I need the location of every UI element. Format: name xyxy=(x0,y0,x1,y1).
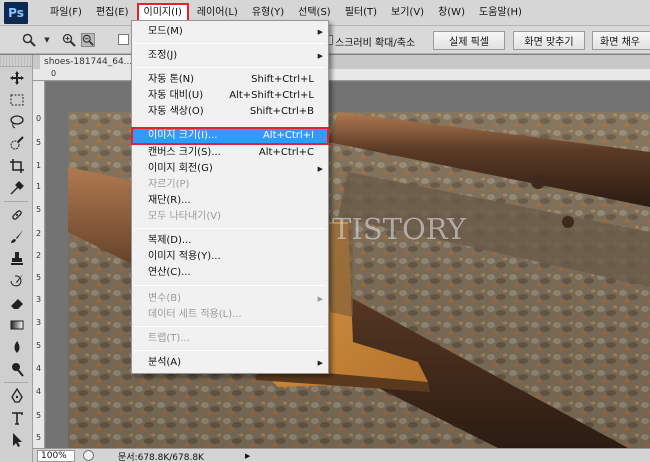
menu-item-image-rotation[interactable]: 이미지 회전(G) ▶ xyxy=(132,161,328,177)
menu-separator xyxy=(134,123,326,124)
zoom-tool-icon[interactable] xyxy=(22,33,36,47)
menu-item-variables: 변수(B) ▶ xyxy=(132,291,328,307)
quick-selection-tool-icon[interactable] xyxy=(0,133,33,155)
gradient-tool-icon[interactable] xyxy=(0,314,33,336)
eyedropper-tool-icon[interactable] xyxy=(0,177,33,199)
menu-separator xyxy=(134,326,326,327)
menu-item-auto-contrast[interactable]: 자동 대비(U) Alt+Shift+Ctrl+L xyxy=(132,88,328,104)
resize-windows-checkbox[interactable] xyxy=(118,34,129,45)
pen-tool-icon[interactable] xyxy=(0,385,33,407)
menu-help[interactable]: 도움말(H) xyxy=(473,3,528,23)
document-tab-bar: shoes-181744_64... xyxy=(33,55,650,69)
menu-item-analysis[interactable]: 분석(A) ▶ xyxy=(132,355,328,371)
eraser-tool-icon[interactable] xyxy=(0,292,33,314)
menu-item-auto-tone[interactable]: 자동 톤(N) Shift+Ctrl+L xyxy=(132,72,328,88)
menu-item-apply-image[interactable]: 이미지 적용(Y)... xyxy=(132,249,328,265)
document-size-info: 문서:678.8K/678.8K xyxy=(118,453,204,462)
menu-item-image-size[interactable]: 이미지 크기(I)... Alt+Ctrl+I xyxy=(131,127,329,145)
marquee-tool-icon[interactable] xyxy=(0,89,33,111)
ruler-left-label: 5 xyxy=(36,138,42,147)
ruler-left-label: 5 xyxy=(36,273,42,282)
document-tab[interactable]: shoes-181744_64... xyxy=(40,55,140,69)
ruler-left-label: 3 xyxy=(36,318,42,327)
menu-separator xyxy=(134,67,326,68)
submenu-arrow-icon: ▶ xyxy=(317,28,323,36)
zoom-level-field[interactable]: 100% xyxy=(37,450,75,462)
ruler-left-label: 1 xyxy=(36,161,42,170)
status-popup-arrow-icon[interactable]: ▶ xyxy=(245,452,250,460)
fit-screen-button[interactable]: 화면 맞추기 xyxy=(513,31,585,50)
menu-filter[interactable]: 필터(T) xyxy=(339,3,383,23)
menu-file[interactable]: 파일(F) xyxy=(44,3,88,23)
menu-item-adjustments[interactable]: 조정(J) ▶ xyxy=(132,48,328,64)
actual-pixels-button[interactable]: 실제 픽셀 xyxy=(433,31,505,50)
ruler-left-label: 4 xyxy=(36,364,42,373)
ruler-left-label: 0 xyxy=(36,114,42,123)
submenu-arrow-icon: ▶ xyxy=(317,359,323,367)
menu-item-duplicate[interactable]: 복제(D)... xyxy=(132,233,328,249)
ruler-left-label: 3 xyxy=(36,295,42,304)
toolbox-divider xyxy=(4,201,28,202)
ruler-left-label: 5 xyxy=(36,433,42,442)
menu-item-apply-data-set: 데이터 세트 적용(L)... xyxy=(148,309,242,320)
ruler-left-label: 5 xyxy=(36,411,42,420)
clone-stamp-tool-icon[interactable] xyxy=(0,248,33,270)
ruler-left-label: 5 xyxy=(36,341,42,350)
menu-separator xyxy=(134,350,326,351)
menu-item-reveal-all: 모두 나타내기(V) xyxy=(148,211,222,222)
type-tool-icon[interactable] xyxy=(0,407,33,429)
menu-item-canvas-size[interactable]: 캔버스 크기(S)... Alt+Ctrl+C xyxy=(132,145,328,161)
menu-item-crop: 자르기(P) xyxy=(148,179,190,190)
menu-window[interactable]: 창(W) xyxy=(432,3,471,23)
submenu-arrow-icon: ▶ xyxy=(317,52,323,60)
submenu-arrow-icon: ▶ xyxy=(317,295,323,303)
lasso-tool-icon[interactable] xyxy=(0,111,33,133)
toolbox xyxy=(0,55,33,462)
tool-preset-chevron-icon[interactable]: ▼ xyxy=(40,33,54,47)
crop-tool-icon[interactable] xyxy=(0,155,33,177)
toolbox-divider xyxy=(4,382,28,383)
toolbox-grip[interactable] xyxy=(0,55,32,67)
brush-tool-icon[interactable] xyxy=(0,226,33,248)
image-menu-dropdown: 모드(M) ▶ 조정(J) ▶ 자동 톤(N) Shift+Ctrl+L 자동 대비(… xyxy=(131,20,329,374)
ruler-left-label: 2 xyxy=(36,251,42,260)
scrubby-zoom-label: 스크러비 확대/축소 xyxy=(335,38,416,49)
menu-view[interactable]: 보기(V) xyxy=(385,3,430,23)
menu-item-trim[interactable]: 재단(R)... xyxy=(132,193,328,209)
ruler-left-label: 4 xyxy=(36,387,42,396)
dodge-tool-icon[interactable] xyxy=(0,358,33,380)
menu-separator xyxy=(134,43,326,44)
history-brush-tool-icon[interactable] xyxy=(0,270,33,292)
ruler-horizontal: 0 xyxy=(33,69,650,81)
ruler-vertical: 0 5 1 1 5 2 2 5 3 3 5 4 4 5 5 xyxy=(33,81,45,448)
healing-brush-tool-icon[interactable] xyxy=(0,204,33,226)
ruler-left-label: 1 xyxy=(36,182,42,191)
ruler-left-label: 5 xyxy=(36,205,42,214)
zoom-out-icon[interactable] xyxy=(81,33,95,47)
submenu-arrow-icon: ▶ xyxy=(317,165,323,173)
fill-screen-button[interactable]: 화면 채우 xyxy=(592,31,650,50)
menu-item-trap: 트랩(T)... xyxy=(148,333,190,344)
blur-tool-icon[interactable] xyxy=(0,336,33,358)
menu-item-auto-color[interactable]: 자동 색상(O) Shift+Ctrl+B xyxy=(132,104,328,120)
menu-item-calculations[interactable]: 연산(C)... xyxy=(132,265,328,281)
menu-separator xyxy=(134,228,326,229)
ruler-top-label: 0 xyxy=(51,69,57,78)
menu-edit[interactable]: 편집(E) xyxy=(90,3,135,23)
menu-item-mode[interactable]: 모드(M) ▶ xyxy=(132,24,328,40)
path-selection-tool-icon[interactable] xyxy=(0,429,33,451)
menu-separator xyxy=(134,285,326,286)
status-menu-icon[interactable] xyxy=(83,450,94,461)
move-tool-icon[interactable] xyxy=(0,67,33,89)
photoshop-logo: Ps xyxy=(4,1,28,24)
ruler-left-label: 2 xyxy=(36,229,42,238)
zoom-in-icon[interactable] xyxy=(62,33,76,47)
status-bar: 100% 문서:678.8K/678.8K ▶ xyxy=(33,448,650,462)
